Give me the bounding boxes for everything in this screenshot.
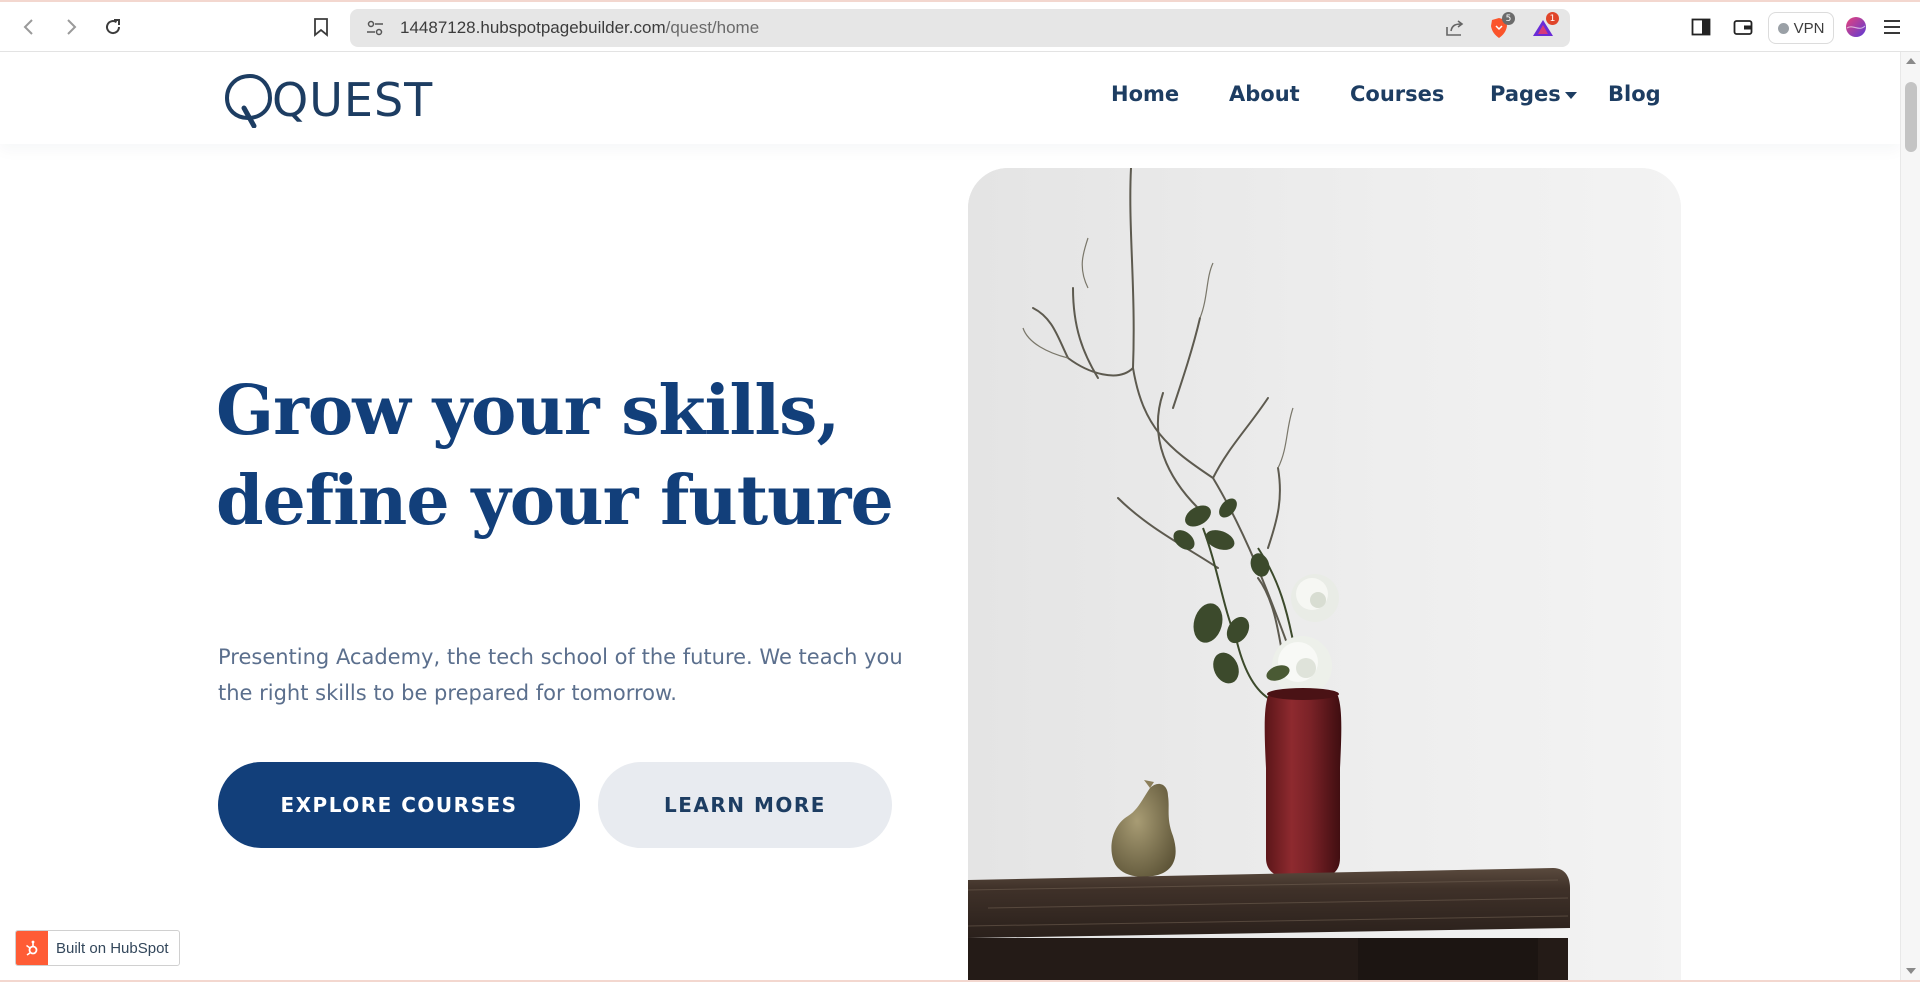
- site-settings-icon[interactable]: [362, 16, 388, 40]
- hero-title: Grow your skills, define your future: [216, 366, 976, 546]
- scroll-down-icon[interactable]: [1906, 968, 1916, 974]
- browser-toolbar: 14487128.hubspotpagebuilder.com/quest/ho…: [0, 0, 1920, 52]
- hubspot-badge-label: Built on HubSpot: [56, 939, 169, 957]
- pages-dropdown-icon[interactable]: [1565, 92, 1577, 99]
- share-icon[interactable]: [1442, 16, 1468, 40]
- bookmark-icon[interactable]: [306, 12, 336, 42]
- reload-icon[interactable]: [98, 12, 128, 42]
- back-icon[interactable]: [14, 12, 44, 42]
- page-viewport: QUEST Home About Courses Pages Blog Grow…: [0, 52, 1900, 980]
- built-on-hubspot-badge[interactable]: Built on HubSpot: [15, 930, 180, 966]
- nav-courses[interactable]: Courses: [1350, 82, 1444, 106]
- learn-more-button[interactable]: LEARN MORE: [598, 762, 892, 848]
- scrollbar-thumb[interactable]: [1905, 82, 1917, 152]
- forward-icon[interactable]: [56, 12, 86, 42]
- brave-shields-icon[interactable]: 5: [1486, 12, 1515, 40]
- hubspot-sprocket-icon: [16, 931, 48, 965]
- vpn-button[interactable]: VPN: [1768, 12, 1834, 44]
- nav-blog[interactable]: Blog: [1608, 82, 1661, 106]
- hero-image: [968, 168, 1681, 980]
- explore-courses-button[interactable]: EXPLORE COURSES: [218, 762, 580, 848]
- hero-subtitle: Presenting Academy, the tech school of t…: [218, 645, 903, 705]
- url-text[interactable]: 14487128.hubspotpagebuilder.com/quest/ho…: [400, 18, 759, 38]
- main-nav: Home About Courses Pages Blog: [0, 82, 1900, 116]
- nav-home[interactable]: Home: [1111, 82, 1179, 106]
- page-scrollbar[interactable]: [1900, 52, 1920, 980]
- nav-about[interactable]: About: [1229, 82, 1300, 106]
- brave-rewards-icon[interactable]: 1: [1530, 12, 1559, 40]
- site-header: QUEST Home About Courses Pages Blog: [0, 52, 1900, 144]
- address-bar[interactable]: 14487128.hubspotpagebuilder.com/quest/ho…: [350, 9, 1570, 47]
- vase-with-roses-photo: [968, 168, 1681, 980]
- profile-icon[interactable]: [1841, 12, 1871, 42]
- vpn-label: VPN: [1793, 19, 1825, 37]
- vpn-status-icon: [1777, 22, 1789, 34]
- nav-pages[interactable]: Pages: [1490, 82, 1561, 106]
- url-host: 14487128.hubspotpagebuilder.com: [400, 18, 666, 37]
- url-path: /quest/home: [665, 18, 760, 37]
- hero-title-line-2: define your future: [216, 461, 894, 541]
- hero-title-line-1: Grow your skills,: [216, 371, 840, 451]
- rewards-count-badge: 1: [1546, 12, 1559, 25]
- menu-icon[interactable]: [1877, 12, 1907, 42]
- scroll-up-icon[interactable]: [1906, 58, 1916, 64]
- wallet-icon[interactable]: [1728, 12, 1758, 42]
- shields-count-badge: 5: [1502, 12, 1515, 25]
- sidebar-icon[interactable]: [1686, 12, 1716, 42]
